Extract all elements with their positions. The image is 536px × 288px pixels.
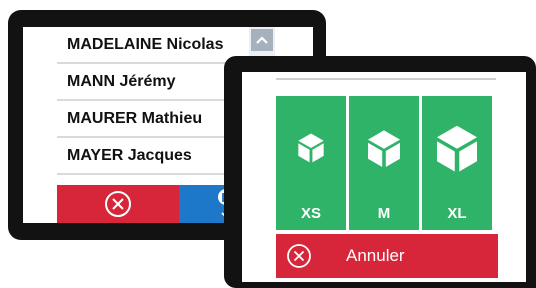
box-icon — [437, 125, 477, 172]
annuler-label: Annuler — [346, 246, 405, 265]
chevron-up-icon — [256, 36, 268, 44]
size-xl-button[interactable]: XL — [422, 96, 492, 230]
cancel-button[interactable] — [57, 185, 179, 223]
front-tablet: XS M XL Annuler — [224, 56, 536, 288]
front-tablet-screen: XS M XL Annuler — [242, 72, 526, 282]
circle-x-icon — [287, 244, 311, 268]
circle-x-icon — [105, 191, 131, 217]
scroll-up-button[interactable] — [251, 29, 273, 51]
annuler-button[interactable]: Annuler — [276, 234, 498, 278]
box-icon — [298, 133, 324, 163]
box-icon — [368, 130, 400, 167]
size-label: XS — [300, 205, 321, 222]
size-label: XL — [447, 205, 467, 222]
size-xs-button[interactable]: XS — [276, 96, 346, 230]
size-m-button[interactable]: M — [349, 96, 419, 230]
size-label: M — [377, 205, 391, 222]
divider — [276, 78, 496, 80]
